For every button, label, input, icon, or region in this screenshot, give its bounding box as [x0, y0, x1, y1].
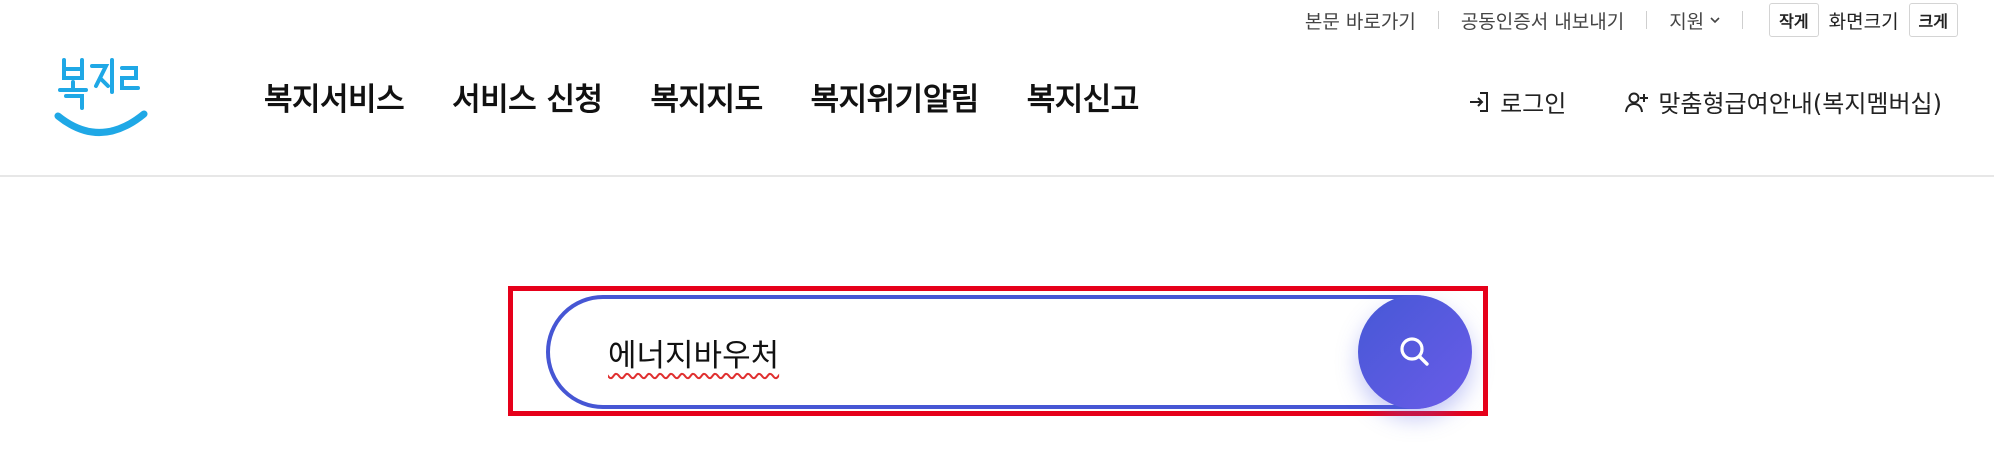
search-icon: [1400, 337, 1429, 366]
login-icon: [1470, 91, 1489, 112]
nav-welfare-map[interactable]: 복지지도: [651, 74, 764, 119]
user-plus-icon: [1625, 92, 1649, 112]
page: 본문 바로가기 공동인증서 내보내기 지원 작게 화면크기 크게 복지서비스 서…: [0, 0, 1994, 473]
membership-label: 맞춤형급여안내(복지멤버십): [1658, 90, 1942, 118]
font-size-small-button[interactable]: 작게: [1769, 3, 1819, 37]
cert-export-link[interactable]: 공동인증서 내보내기: [1439, 7, 1646, 34]
search-input[interactable]: 에너지바우처: [608, 299, 1308, 405]
login-label: 로그인: [1500, 90, 1567, 118]
nav-crisis-alert[interactable]: 복지위기알림: [811, 74, 980, 119]
search-button[interactable]: [1358, 295, 1472, 409]
font-size-large-button[interactable]: 크게: [1908, 3, 1958, 37]
nav-welfare-report[interactable]: 복지신고: [1027, 74, 1140, 119]
font-size-control: 작게 화면크기 크게: [1743, 3, 1958, 37]
font-size-label: 화면크기: [1828, 10, 1899, 33]
site-logo[interactable]: [52, 52, 152, 142]
main-navigation: 복지서비스 서비스 신청 복지지도 복지위기알림 복지신고: [264, 74, 1139, 119]
support-label: 지원: [1669, 10, 1705, 33]
skip-to-content-link[interactable]: 본문 바로가기: [1283, 7, 1438, 34]
search-box: 에너지바우처: [546, 295, 1471, 409]
nav-welfare-services[interactable]: 복지서비스: [264, 74, 405, 119]
site-header: 복지서비스 서비스 신청 복지지도 복지위기알림 복지신고 로그인 맞춤형급여안…: [0, 40, 1994, 177]
bokjiro-logo-icon: [54, 58, 148, 136]
membership-link[interactable]: 맞춤형급여안내(복지멤버십): [1624, 84, 1942, 119]
nav-service-application[interactable]: 서비스 신청: [452, 74, 603, 119]
support-dropdown[interactable]: 지원: [1647, 7, 1742, 34]
search-input-value: 에너지바우처: [608, 337, 780, 374]
member-menu: 로그인 맞춤형급여안내(복지멤버십): [1466, 84, 1942, 119]
login-link[interactable]: 로그인: [1466, 84, 1566, 119]
chevron-down-icon: [1710, 17, 1720, 24]
utility-bar: 본문 바로가기 공동인증서 내보내기 지원 작게 화면크기 크게: [1283, 0, 1958, 40]
